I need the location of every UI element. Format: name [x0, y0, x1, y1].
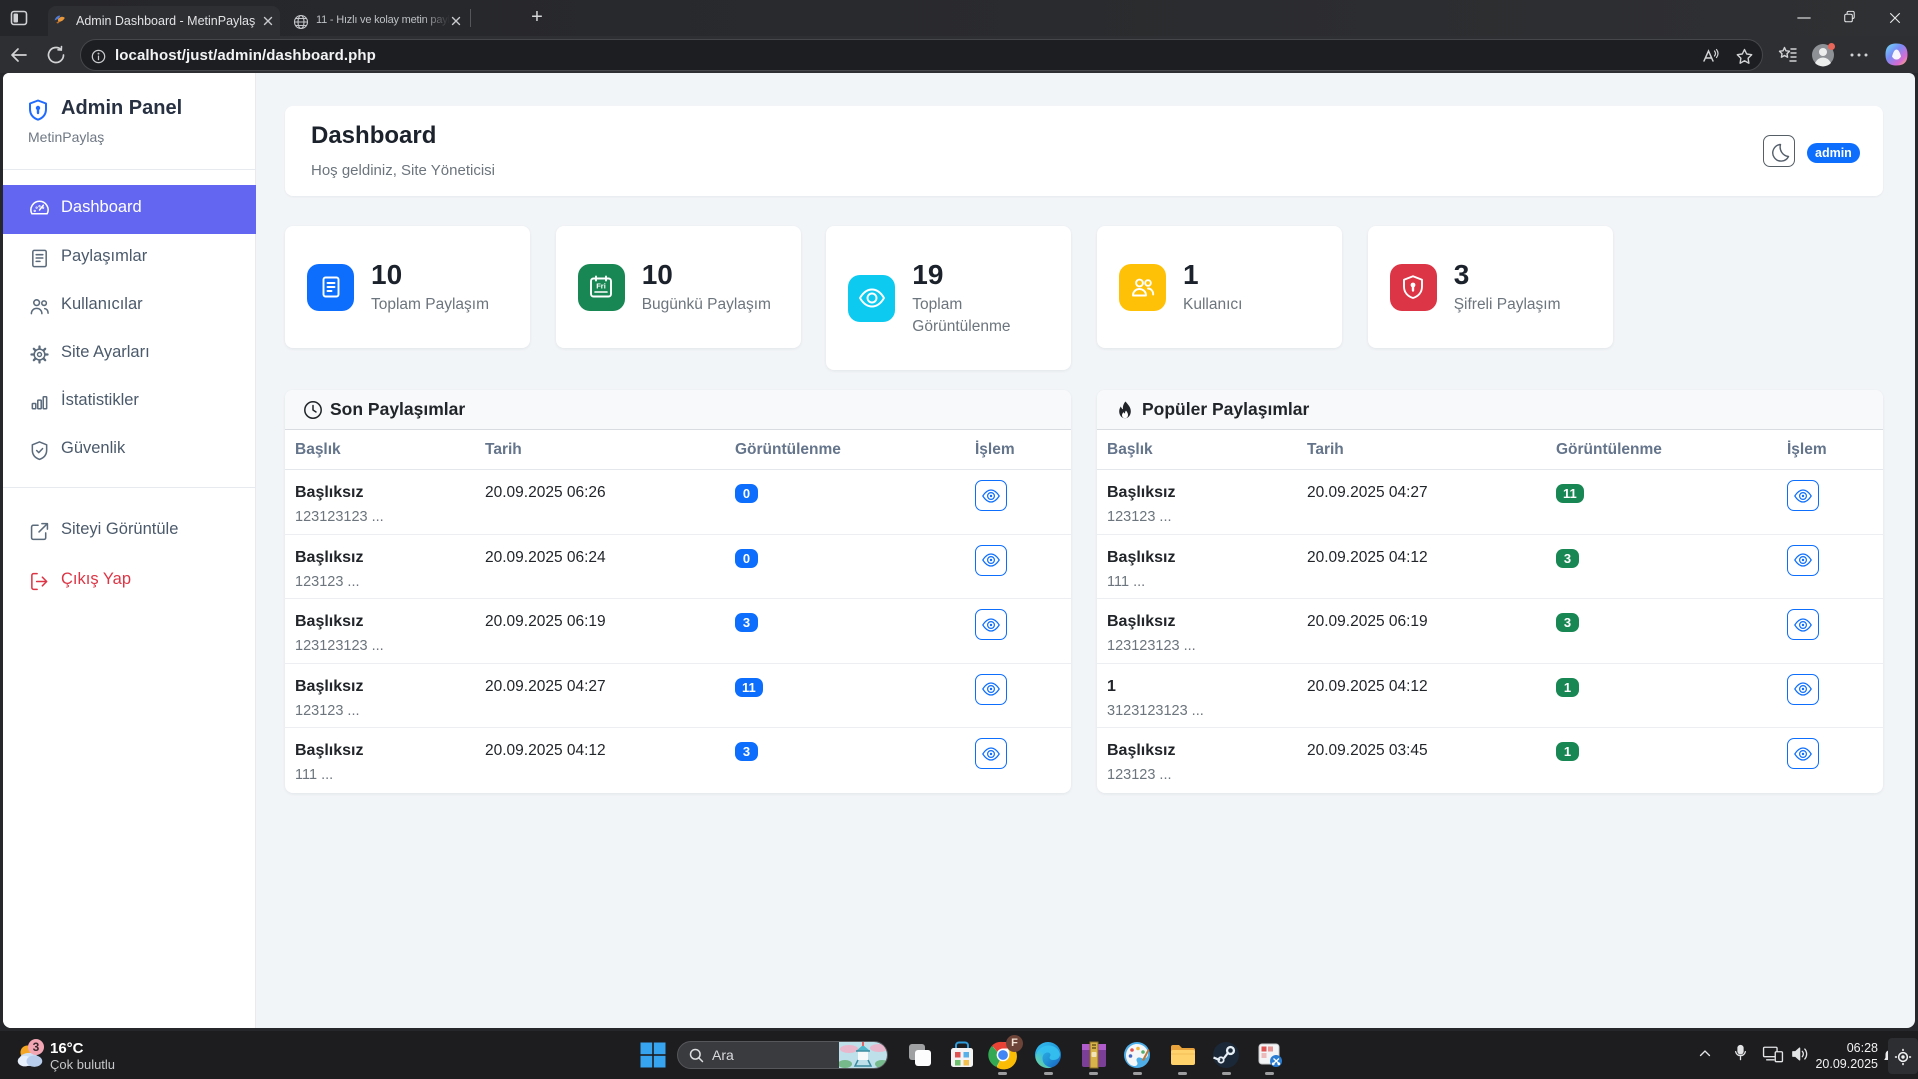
svg-text:Fri: Fri: [596, 282, 606, 291]
